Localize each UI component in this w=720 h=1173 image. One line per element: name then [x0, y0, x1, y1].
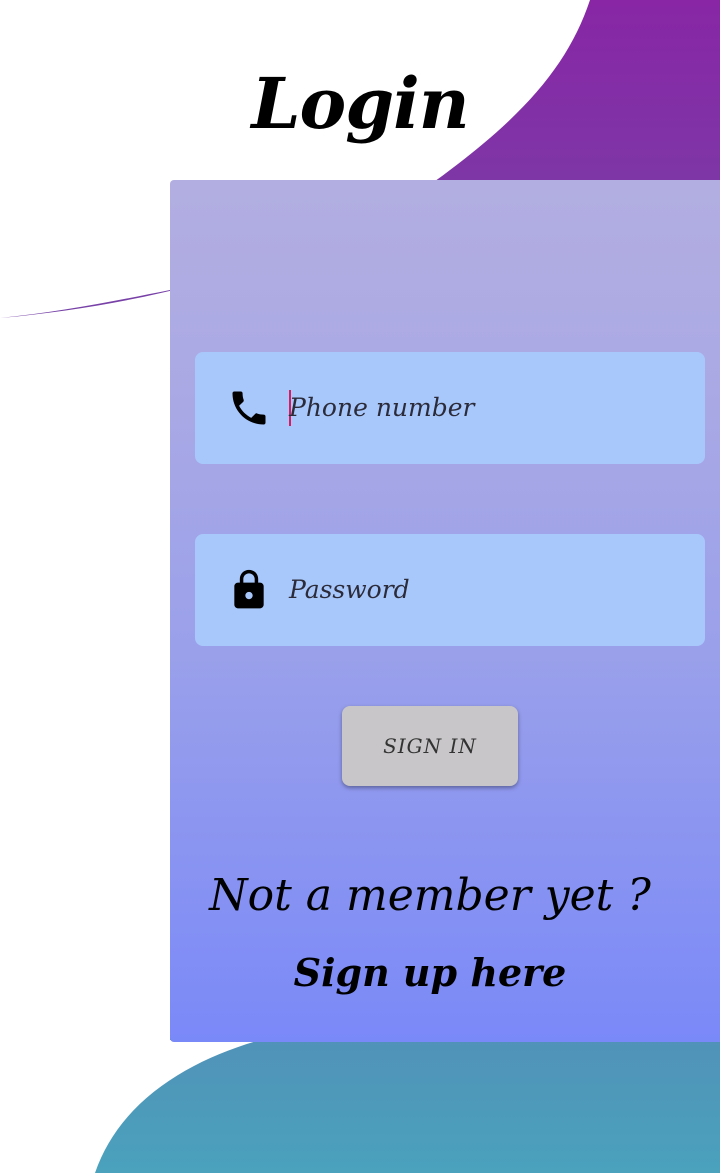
login-card: Phone number Password SIGN IN Not a memb…: [170, 180, 720, 1042]
not-member-text: Not a member yet ?: [209, 870, 651, 921]
lock-icon: [234, 569, 264, 609]
sign-in-button[interactable]: SIGN IN: [342, 706, 518, 786]
sign-up-link[interactable]: Sign up here: [170, 950, 690, 995]
password-placeholder: Password: [289, 575, 410, 604]
phone-number-placeholder: Phone number: [289, 393, 475, 422]
password-field[interactable]: Password: [195, 534, 705, 646]
page-title: Login: [251, 62, 469, 145]
phone-icon: [232, 391, 266, 425]
phone-number-field[interactable]: Phone number: [195, 352, 705, 464]
